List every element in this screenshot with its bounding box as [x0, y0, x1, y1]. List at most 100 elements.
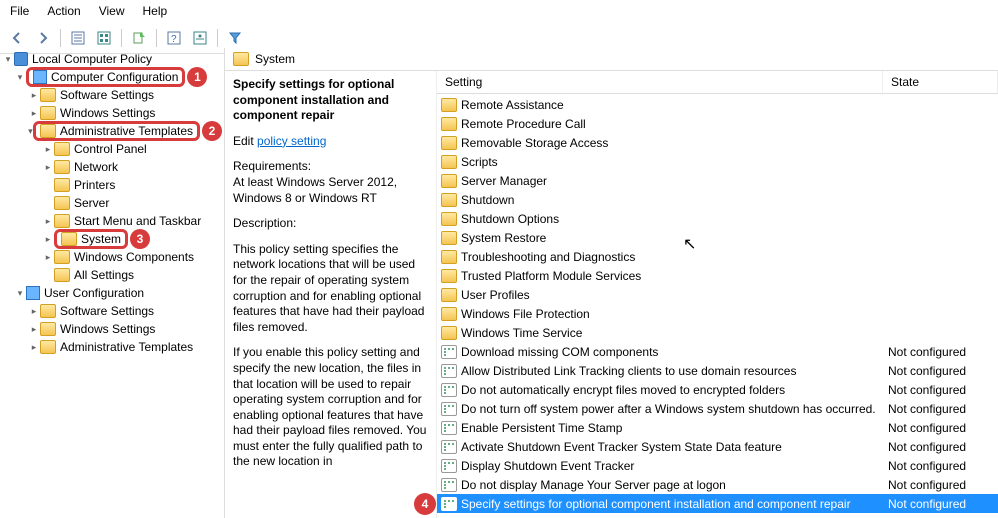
list-item[interactable]: Do not display Manage Your Server page a…: [437, 475, 998, 494]
folder-icon: [441, 269, 457, 283]
col-state[interactable]: State: [883, 71, 998, 93]
properties-button[interactable]: [189, 27, 211, 49]
list-item[interactable]: Windows File Protection: [437, 304, 998, 323]
node-label: System: [81, 232, 121, 246]
list-item[interactable]: Remote Assistance: [437, 95, 998, 114]
callout-4: 4: [414, 493, 436, 515]
folder-icon: [54, 196, 70, 210]
node-root[interactable]: ▾ Local Computer Policy: [0, 50, 224, 68]
menu-help[interactable]: Help: [143, 4, 168, 18]
node-label: Computer Configuration: [51, 70, 178, 84]
node-user-windows[interactable]: ▸Windows Settings: [0, 320, 224, 338]
list-item[interactable]: Scripts: [437, 152, 998, 171]
list-item[interactable]: Trusted Platform Module Services: [437, 266, 998, 285]
folder-icon: [40, 124, 56, 138]
setting-icon: [441, 421, 457, 435]
node-windows-settings[interactable]: ▸Windows Settings: [0, 104, 224, 122]
item-name: Activate Shutdown Event Tracker System S…: [461, 440, 888, 454]
details-button[interactable]: [67, 27, 89, 49]
item-name: Remote Procedure Call: [461, 117, 888, 131]
list-item[interactable]: Troubleshooting and Diagnostics: [437, 247, 998, 266]
node-software-settings[interactable]: ▸Software Settings: [0, 86, 224, 104]
list-item[interactable]: Shutdown Options: [437, 209, 998, 228]
list-item[interactable]: Display Shutdown Event TrackerNot config…: [437, 456, 998, 475]
policy-icon: [14, 52, 28, 66]
node-server[interactable]: Server: [0, 194, 224, 212]
node-control-panel[interactable]: ▸Control Panel: [0, 140, 224, 158]
node-network[interactable]: ▸Network: [0, 158, 224, 176]
folder-icon: [54, 250, 70, 264]
menu-file[interactable]: File: [10, 4, 29, 18]
node-computer-config[interactable]: ▾ Computer Configuration1: [0, 68, 224, 86]
folder-icon: [441, 155, 457, 169]
setting-icon: [441, 345, 457, 359]
item-name: Shutdown: [461, 193, 888, 207]
tree-pane[interactable]: ▾ Local Computer Policy ▾ Computer Confi…: [0, 48, 225, 518]
node-label: Local Computer Policy: [32, 52, 152, 66]
item-state: Not configured: [888, 497, 998, 511]
item-name: User Profiles: [461, 288, 888, 302]
node-user-config[interactable]: ▾User Configuration: [0, 284, 224, 302]
folder-icon: [441, 326, 457, 340]
list-button[interactable]: [93, 27, 115, 49]
node-label: All Settings: [74, 268, 134, 282]
filter-button[interactable]: [224, 27, 246, 49]
list-item[interactable]: Windows Time Service: [437, 323, 998, 342]
list-item[interactable]: Allow Distributed Link Tracking clients …: [437, 361, 998, 380]
folder-icon: [54, 178, 70, 192]
desc-1: This policy setting specifies the networ…: [233, 242, 428, 336]
forward-button[interactable]: [32, 27, 54, 49]
menu-view[interactable]: View: [99, 4, 125, 18]
list-item[interactable]: Enable Persistent Time StampNot configur…: [437, 418, 998, 437]
list-item[interactable]: Remote Procedure Call: [437, 114, 998, 133]
item-name: Display Shutdown Event Tracker: [461, 459, 888, 473]
item-name: Trusted Platform Module Services: [461, 269, 888, 283]
list-header: Setting State: [437, 71, 998, 94]
header-title: System: [255, 52, 295, 66]
desc-label: Description:: [233, 216, 428, 232]
node-system[interactable]: ▸ System3: [0, 230, 224, 248]
list-item[interactable]: Specify settings for optional component …: [437, 494, 998, 513]
list-item[interactable]: Do not automatically encrypt files moved…: [437, 380, 998, 399]
node-user-admin[interactable]: ▸Administrative Templates: [0, 338, 224, 356]
node-label: Software Settings: [60, 88, 154, 102]
export-button[interactable]: [128, 27, 150, 49]
list-item[interactable]: Server Manager: [437, 171, 998, 190]
edit-policy-link[interactable]: policy setting: [257, 134, 326, 148]
node-all-settings[interactable]: All Settings: [0, 266, 224, 284]
list-pane[interactable]: Setting State Remote Assistance Remote Pr…: [437, 71, 998, 518]
node-label: Administrative Templates: [60, 340, 193, 354]
user-icon: [26, 286, 40, 300]
item-name: Server Manager: [461, 174, 888, 188]
list-item[interactable]: Activate Shutdown Event Tracker System S…: [437, 437, 998, 456]
item-name: Specify settings for optional component …: [461, 497, 888, 511]
node-start-menu[interactable]: ▸Start Menu and Taskbar: [0, 212, 224, 230]
menu-action[interactable]: Action: [47, 4, 80, 18]
node-label: Software Settings: [60, 304, 154, 318]
list-item[interactable]: Download missing COM componentsNot confi…: [437, 342, 998, 361]
node-admin-templates[interactable]: ▾ Administrative Templates2: [0, 122, 224, 140]
list-item[interactable]: Shutdown: [437, 190, 998, 209]
item-state: Not configured: [888, 364, 998, 378]
folder-icon: [40, 340, 56, 354]
list-item[interactable]: System Restore: [437, 228, 998, 247]
item-name: Remote Assistance: [461, 98, 888, 112]
node-printers[interactable]: Printers: [0, 176, 224, 194]
node-label: Administrative Templates: [60, 124, 193, 138]
computer-icon: [33, 70, 47, 84]
node-label: Start Menu and Taskbar: [74, 214, 201, 228]
list-item[interactable]: Do not turn off system power after a Win…: [437, 399, 998, 418]
col-setting[interactable]: Setting: [437, 71, 883, 93]
folder-icon: [54, 142, 70, 156]
node-windows-components[interactable]: ▸Windows Components: [0, 248, 224, 266]
req-label: Requirements:: [233, 159, 311, 173]
item-state: Not configured: [888, 402, 998, 416]
setting-title: Specify settings for optional component …: [233, 77, 428, 124]
list-item[interactable]: User Profiles: [437, 285, 998, 304]
item-name: Windows Time Service: [461, 326, 888, 340]
node-user-software[interactable]: ▸Software Settings: [0, 302, 224, 320]
back-button[interactable]: [6, 27, 28, 49]
list-item[interactable]: Removable Storage Access: [437, 133, 998, 152]
node-label: Windows Components: [74, 250, 194, 264]
help-button[interactable]: ?: [163, 27, 185, 49]
